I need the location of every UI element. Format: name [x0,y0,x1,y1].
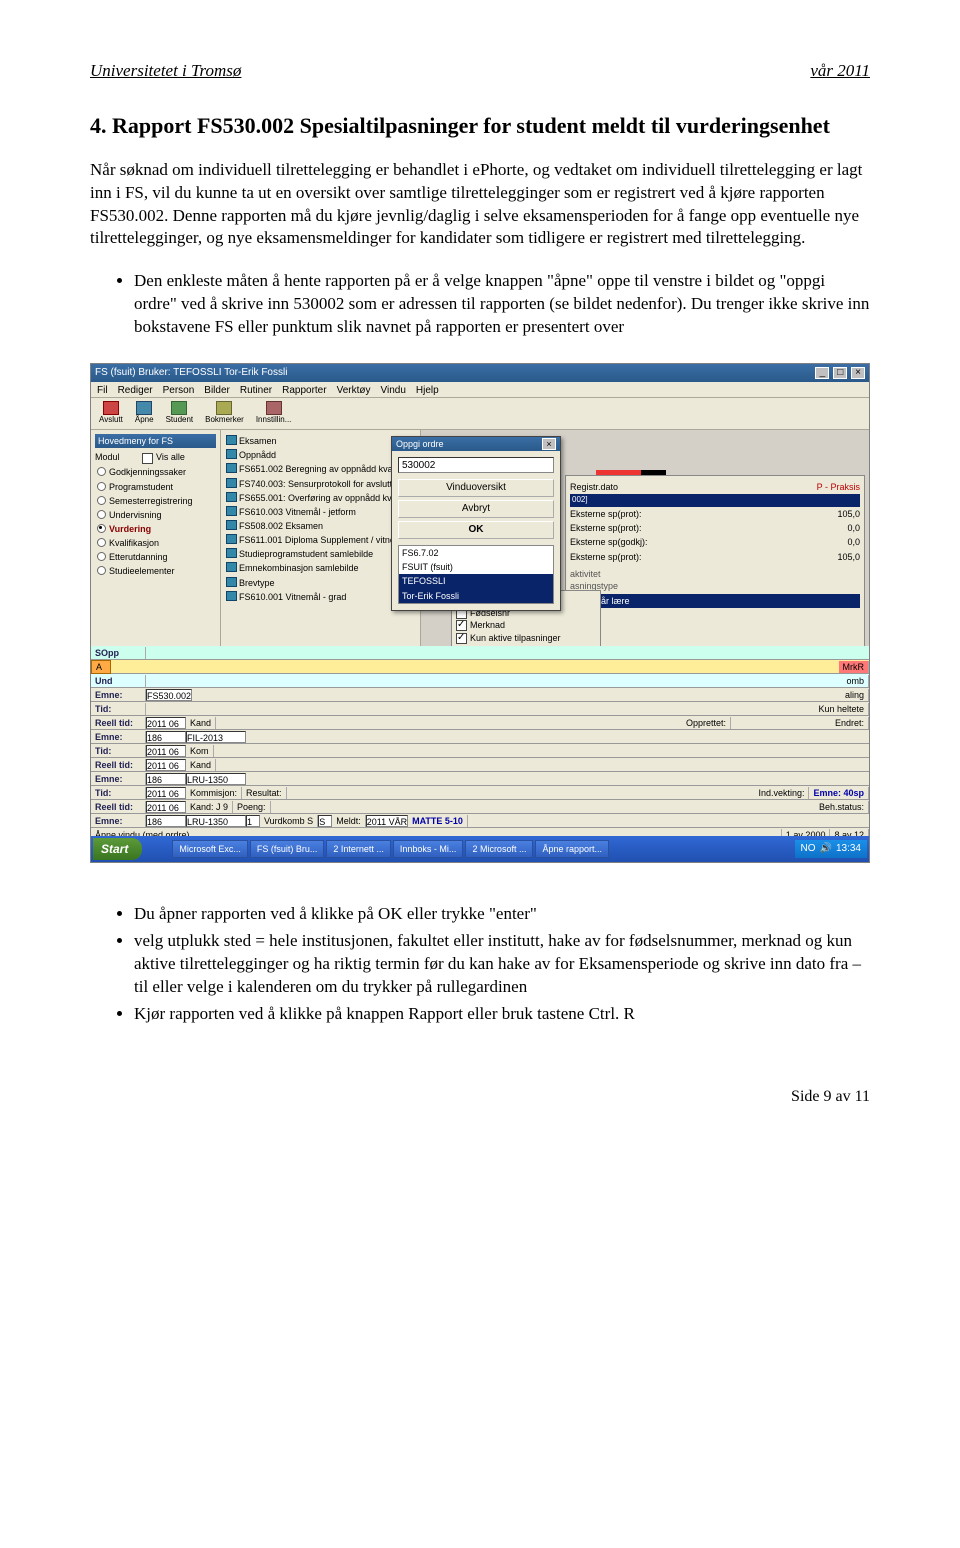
window-buttons[interactable]: _ □ × [814,366,865,380]
avbryt-button[interactable]: Avbryt [398,500,554,518]
side-item[interactable]: FS508.002 Eksamen [225,519,416,533]
dialog-titlebar: Oppgi ordre × [392,437,560,451]
menu-rutiner[interactable]: Rutiner [240,384,272,395]
vinduoversikt-button[interactable]: Vinduoversikt [398,479,554,497]
modul-label: Modul Vis alle [95,451,216,463]
bullet-2-item: Du åpner rapporten ved å klikke på OK el… [134,903,870,926]
settings-icon [266,401,282,415]
menu-rediger[interactable]: Rediger [118,384,153,395]
data-grid: SOpp AMrkR Undomb Emne:FS530.002aling Ti… [91,646,869,836]
bullet-1-item: Den enkleste måten å hente rapporten på … [134,270,870,339]
menu-vindu[interactable]: Vindu [380,384,405,395]
minimize-icon[interactable]: _ [815,367,829,379]
task-item[interactable]: Innboks - Mi... [393,840,464,858]
student-icon [171,401,187,415]
side-item[interactable]: FS610.003 Vitnemål - jetform [225,505,416,519]
a-badge: A [91,660,111,674]
chk-merknad[interactable]: Merknad [456,619,596,631]
clock: 13:34 [836,842,861,856]
mod-etterutdanning[interactable]: Etterutdanning [95,550,216,564]
bullet-2-item: velg utplukk sted = hele institusjonen, … [134,930,870,999]
menu-bilder[interactable]: Bilder [204,384,230,395]
page-footer: Side 9 av 11 [90,1086,870,1108]
menu-rapporter[interactable]: Rapporter [282,384,326,395]
rp-aktivitet: aktivitet [570,568,860,580]
side-item[interactable]: Oppnådd [225,448,416,462]
statusbar-text: Åpne vindu (med ordre) [91,829,782,837]
page-header: Universitetet i Tromsø vår 2011 [90,60,870,83]
side-item[interactable]: Eksamen [225,434,416,448]
mrkr-label: MrkR [839,661,870,673]
paragraph-1: Når søknad om individuell tilretteleggin… [90,159,870,251]
side-item[interactable]: FS611.001 Diploma Supplement / vitnemåls… [225,533,416,547]
vis-alle-checkbox[interactable]: Vis alle [142,452,185,462]
registr-dato-label: Registr.dato [570,481,618,493]
tb-bokmerker[interactable]: Bokmerker [201,400,248,427]
header-right: vår 2011 [810,60,870,83]
open-icon [136,401,152,415]
task-item[interactable]: 2 Microsoft ... [465,840,533,858]
bookmark-icon [216,401,232,415]
mod-undervisning[interactable]: Undervisning [95,508,216,522]
task-item[interactable]: Microsoft Exc... [172,840,248,858]
close-icon[interactable]: × [851,367,865,379]
ordre-input[interactable]: 530002 [398,457,554,473]
side-item[interactable]: Brevtype [225,576,416,590]
start-button[interactable]: Start [93,838,142,860]
system-tray: NO 🔊 13:34 [795,840,867,858]
dialog-info-box: FS6.7.02 FSUIT (fsuit) TEFOSSLI Tor-Erik… [398,545,554,604]
tb-avslutt[interactable]: Avslutt [95,400,127,427]
bullet-2-item: Kjør rapporten ved å klikke på knappen R… [134,1003,870,1026]
side-item[interactable]: FS610.001 Vitnemål - grad [225,590,416,604]
task-item[interactable]: FS (fsuit) Bru... [250,840,325,858]
dialog-close-icon[interactable]: × [542,438,556,450]
rp-asningstype: asningstype [570,580,860,592]
mod-godkjenning[interactable]: Godkjenningssaker [95,465,216,479]
mod-studieelementer[interactable]: Studieelementer [95,564,216,578]
task-item[interactable]: 2 Internett ... [326,840,391,858]
menu-verktoy[interactable]: Verktøy [337,384,371,395]
taskbar: Start Microsoft Exc... FS (fsuit) Bru...… [91,836,869,862]
mod-vurdering[interactable]: Vurdering [95,522,216,536]
right-info-panel: Registr.dato P - Praksis 002] Eksterne s… [565,475,865,669]
tray-icon[interactable]: 🔊 [820,842,832,856]
task-item[interactable]: Åpne rapport... [535,840,609,858]
header-left: Universitetet i Tromsø [90,60,241,83]
section-title: 4. Rapport FS530.002 Spesialtilpasninger… [90,111,870,141]
rpanel-header: 002] [570,494,860,507]
tb-student[interactable]: Student [162,400,198,427]
mod-programstudent[interactable]: Programstudent [95,480,216,494]
bullet-list-2: Du åpner rapporten ved å klikke på OK el… [90,903,870,1026]
side-item[interactable]: FS655.001: Overføring av oppnådd kvalifi… [225,491,416,505]
chk-kun-aktive[interactable]: Kun aktive tilpasninger [456,632,596,644]
hovedmeny-title: Hovedmeny for FS [95,434,216,448]
menu-person[interactable]: Person [163,384,195,395]
side-item[interactable]: FS740.003: Sensurprotokoll for avslutten… [225,477,416,491]
tb-apne[interactable]: Åpne [131,400,158,427]
rp-studiear: , studieår lære [570,594,860,608]
taskbar-tasks: Microsoft Exc... FS (fsuit) Bru... 2 Int… [172,840,794,858]
menu-hjelp[interactable]: Hjelp [416,384,439,395]
menu-fil[interactable]: Fil [97,384,108,395]
lang-indicator[interactable]: NO [801,842,816,856]
oppgi-ordre-dialog: Oppgi ordre × 530002 Vinduoversikt Avbry… [391,436,561,611]
bullet-list-1: Den enkleste måten å hente rapporten på … [90,270,870,339]
app-title: FS (fsuit) Bruker: TEFOSSLI Tor-Erik Fos… [95,366,287,380]
app-screenshot: FS (fsuit) Bruker: TEFOSSLI Tor-Erik Fos… [90,363,870,863]
menubar[interactable]: Fil Rediger Person Bilder Rutiner Rappor… [91,382,869,398]
p-praksis: P - Praksis [817,481,860,493]
ok-button[interactable]: OK [398,521,554,539]
exit-icon [103,401,119,415]
tb-innstillinger[interactable]: Innstillin... [252,400,296,427]
toolbar: Avslutt Åpne Student Bokmerker Innstilli… [91,398,869,430]
mod-kvalifikasjon[interactable]: Kvalifikasjon [95,536,216,550]
side-list: Eksamen Oppnådd FS651.002 Beregning av o… [225,434,416,604]
mod-semester[interactable]: Semesterregistrering [95,494,216,508]
side-item[interactable]: Emnekombinasjon samlebilde [225,561,416,575]
app-titlebar: FS (fsuit) Bruker: TEFOSSLI Tor-Erik Fos… [91,364,869,382]
side-item[interactable]: FS651.002 Beregning av oppnådd kvalifika… [225,462,416,476]
maximize-icon[interactable]: □ [833,367,847,379]
side-item[interactable]: Studieprogramstudent samlebilde [225,547,416,561]
